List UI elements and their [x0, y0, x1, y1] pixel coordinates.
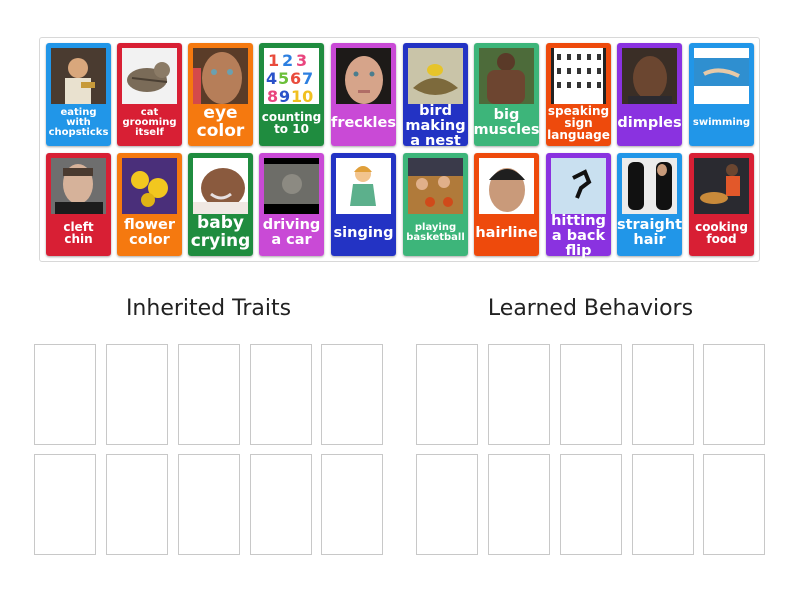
card-straight-hair[interactable]: straight hair — [617, 153, 682, 256]
card-label: driving a car — [262, 217, 321, 248]
card-playing-basketball[interactable]: playing basketball — [403, 153, 468, 256]
swimmer-photo — [694, 48, 749, 104]
card-cleft-chin[interactable]: cleft chin — [46, 153, 111, 256]
card-driving-a-car[interactable]: driving a car — [259, 153, 324, 256]
inherited-traits-drop-slot[interactable] — [178, 344, 240, 445]
card-label: flower color — [123, 217, 176, 248]
man-hairline-photo — [479, 158, 534, 214]
cat-photo — [122, 48, 177, 104]
woman-face-photo — [622, 48, 677, 104]
card-cooking-food[interactable]: cooking food — [689, 153, 754, 256]
learned-behaviors-drop-slot[interactable] — [416, 454, 478, 555]
card-label: speaking sign language — [547, 103, 610, 143]
card-label: cat grooming itself — [122, 106, 177, 139]
inherited-traits-drop-slot[interactable] — [250, 344, 312, 445]
svg-text:6: 6 — [290, 69, 301, 88]
basketball-kids-photo — [408, 158, 463, 214]
card-singing[interactable]: singing — [331, 153, 396, 256]
card-hairline[interactable]: hairline — [474, 153, 539, 256]
learned-behaviors-drop-slot[interactable] — [488, 454, 550, 555]
card-swimming[interactable]: swimming — [689, 43, 754, 146]
inherited-traits-drop-slot[interactable] — [106, 454, 168, 555]
learned-behaviors-drop-slot[interactable] — [632, 344, 694, 445]
inherited-traits-drop-slot[interactable] — [250, 454, 312, 555]
inherited-traits-drop-slot[interactable] — [178, 454, 240, 555]
learned-behaviors-drop-slot[interactable] — [560, 344, 622, 445]
card-bird-making-a-nest[interactable]: bird making a nest — [403, 43, 468, 149]
muscular-man-photo — [479, 48, 534, 104]
card-label: big muscles — [473, 107, 540, 138]
group-heading-inherited-traits: Inherited Traits — [125, 296, 292, 321]
learned-behaviors-drop-slot[interactable] — [703, 454, 765, 555]
card-label: counting to 10 — [261, 109, 322, 136]
inherited-traits-drop-slot[interactable] — [321, 454, 383, 555]
crying-baby-photo — [193, 158, 248, 214]
card-hitting-a-back-flip[interactable]: hitting a back flip — [546, 153, 611, 259]
card-label: swimming — [692, 116, 751, 128]
svg-text:1: 1 — [268, 51, 279, 70]
sign-language-chart — [551, 48, 606, 104]
svg-text:8: 8 — [267, 87, 278, 104]
card-dimples[interactable]: dimples — [617, 43, 682, 146]
card-big-muscles[interactable]: big muscles — [473, 43, 540, 146]
card-label: cooking food — [695, 219, 748, 246]
svg-text:7: 7 — [302, 69, 313, 88]
inherited-traits-drop-slot[interactable] — [106, 344, 168, 445]
yellow-flowers-photo — [122, 158, 177, 214]
card-freckles[interactable]: freckles — [331, 43, 396, 146]
backflip-photo — [551, 158, 606, 214]
card-label: hitting a back flip — [551, 213, 606, 259]
card-label: eye color — [196, 103, 245, 141]
straight-hair-photo — [622, 158, 677, 214]
card-label: baby crying — [190, 213, 251, 251]
inherited-traits-drop-slot[interactable] — [34, 344, 96, 445]
card-cat-grooming-itself[interactable]: cat grooming itself — [117, 43, 182, 146]
card-label: straight hair — [616, 217, 683, 248]
card-label: hairline — [475, 224, 538, 241]
card-speaking-sign-language[interactable]: speaking sign language — [546, 43, 611, 146]
card-baby-crying[interactable]: baby crying — [188, 153, 253, 256]
man-face-photo — [51, 158, 106, 214]
card-label: dimples — [617, 114, 682, 131]
woman-cooking-photo — [694, 158, 749, 214]
card-eating-with-chopsticks[interactable]: eating with chopsticks — [46, 43, 111, 146]
learned-behaviors-drop-slot[interactable] — [703, 344, 765, 445]
card-label: bird making a nest — [405, 103, 466, 149]
bird-nest-photo — [408, 48, 463, 104]
svg-text:4: 4 — [266, 69, 277, 88]
card-label: playing basketball — [406, 221, 465, 243]
singing-girl-cartoon — [336, 158, 391, 214]
svg-text:5: 5 — [278, 69, 289, 88]
svg-text:2: 2 — [282, 51, 293, 70]
learned-behaviors-drop-slot[interactable] — [560, 454, 622, 555]
card-counting-to-10[interactable]: 1 2 3 4 5 6 7 8 9 10 counting to 10 — [259, 43, 324, 146]
card-flower-color[interactable]: flower color — [117, 153, 182, 256]
child-eating-photo — [51, 48, 106, 104]
learned-behaviors-drop-slot[interactable] — [416, 344, 478, 445]
numbers-1-10-graphic: 1 2 3 4 5 6 7 8 9 10 — [264, 48, 319, 104]
card-label: freckles — [331, 114, 396, 131]
card-eye-color[interactable]: eye color — [188, 43, 253, 146]
card-label: singing — [333, 224, 394, 241]
svg-text:10: 10 — [291, 87, 313, 104]
learned-behaviors-drop-slot[interactable] — [632, 454, 694, 555]
card-label: eating with chopsticks — [48, 106, 109, 139]
svg-text:9: 9 — [279, 87, 290, 104]
svg-text:3: 3 — [296, 51, 307, 70]
card-label: cleft chin — [63, 219, 94, 246]
inherited-traits-drop-slot[interactable] — [321, 344, 383, 445]
learned-behaviors-drop-slot[interactable] — [488, 344, 550, 445]
car-driver-photo — [264, 158, 319, 214]
child-face-photo — [193, 48, 248, 104]
group-heading-learned-behaviors: Learned Behaviors — [487, 296, 694, 321]
freckled-face-photo — [336, 48, 391, 104]
inherited-traits-drop-slot[interactable] — [34, 454, 96, 555]
